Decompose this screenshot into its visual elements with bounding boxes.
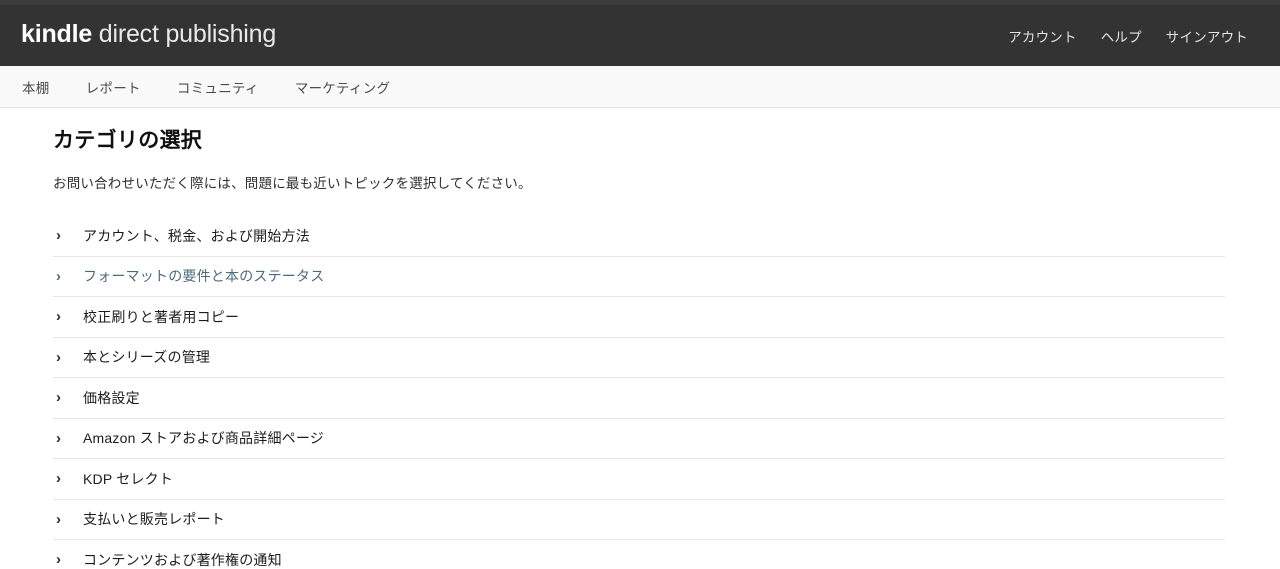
- account-nav: アカウント ヘルプ サインアウト: [1008, 26, 1258, 46]
- category-label: フォーマットの要件と本のステータス: [83, 268, 325, 285]
- kdp-logo[interactable]: kindle direct publishing: [21, 19, 277, 50]
- category-label: 校正刷りと著者用コピー: [83, 308, 240, 325]
- category-row[interactable]: › アカウント、税金、および開始方法: [53, 216, 1225, 257]
- subnav-item-marketing[interactable]: マーケティング: [295, 77, 391, 97]
- category-label: 支払いと販売レポート: [83, 511, 225, 528]
- logo-light-text: direct publishing: [92, 19, 277, 48]
- chevron-right-icon: ›: [56, 470, 61, 488]
- category-label: コンテンツおよび著作権の通知: [83, 551, 282, 568]
- chevron-right-icon: ›: [56, 510, 61, 528]
- category-row[interactable]: › 価格設定: [53, 378, 1225, 419]
- chevron-right-icon: ›: [56, 429, 61, 447]
- chevron-right-icon: ›: [56, 267, 61, 285]
- subnav-item-community[interactable]: コミュニティ: [177, 77, 259, 97]
- chevron-right-icon: ›: [56, 308, 61, 326]
- category-row[interactable]: › KDP セレクト: [53, 459, 1225, 500]
- chevron-right-icon: ›: [56, 348, 61, 366]
- category-label: Amazon ストアおよび商品詳細ページ: [83, 430, 324, 447]
- primary-subnav: 本棚 レポート コミュニティ マーケティング: [0, 66, 1280, 108]
- subnav-item-reports[interactable]: レポート: [86, 77, 141, 97]
- account-nav-item-help[interactable]: ヘルプ: [1101, 26, 1142, 46]
- masthead: kindle direct publishing アカウント ヘルプ サインアウ…: [0, 5, 1280, 66]
- category-row[interactable]: › コンテンツおよび著作権の通知: [53, 540, 1225, 569]
- chevron-right-icon: ›: [56, 227, 61, 245]
- category-label: 価格設定: [83, 389, 140, 406]
- category-row[interactable]: › Amazon ストアおよび商品詳細ページ: [53, 419, 1225, 459]
- page-subtitle: お問い合わせいただく際には、問題に最も近いトピックを選択してください。: [53, 176, 532, 191]
- category-list: › アカウント、税金、および開始方法 › フォーマットの要件と本のステータス › 校正刷り…: [53, 216, 1225, 569]
- subnav-item-bookshelf[interactable]: 本棚: [22, 77, 50, 97]
- page-title: カテゴリの選択: [53, 129, 203, 152]
- category-row[interactable]: › 支払いと販売レポート: [53, 500, 1225, 540]
- chevron-right-icon: ›: [56, 389, 61, 407]
- category-row[interactable]: › 本とシリーズの管理: [53, 338, 1225, 378]
- account-nav-item-sign-out[interactable]: サインアウト: [1166, 26, 1248, 46]
- main-content: カテゴリの選択 お問い合わせいただく際には、問題に最も近いトピックを選択してくだ…: [0, 108, 1280, 569]
- chevron-right-icon: ›: [56, 551, 61, 569]
- logo-bold-text: kindle: [21, 19, 93, 48]
- category-label: KDP セレクト: [83, 470, 174, 487]
- account-nav-item-account[interactable]: アカウント: [1008, 26, 1077, 46]
- category-label: アカウント、税金、および開始方法: [83, 227, 310, 244]
- category-label: 本とシリーズの管理: [83, 349, 211, 366]
- category-row[interactable]: › 校正刷りと著者用コピー: [53, 297, 1225, 338]
- category-row[interactable]: › フォーマットの要件と本のステータス: [53, 257, 1225, 297]
